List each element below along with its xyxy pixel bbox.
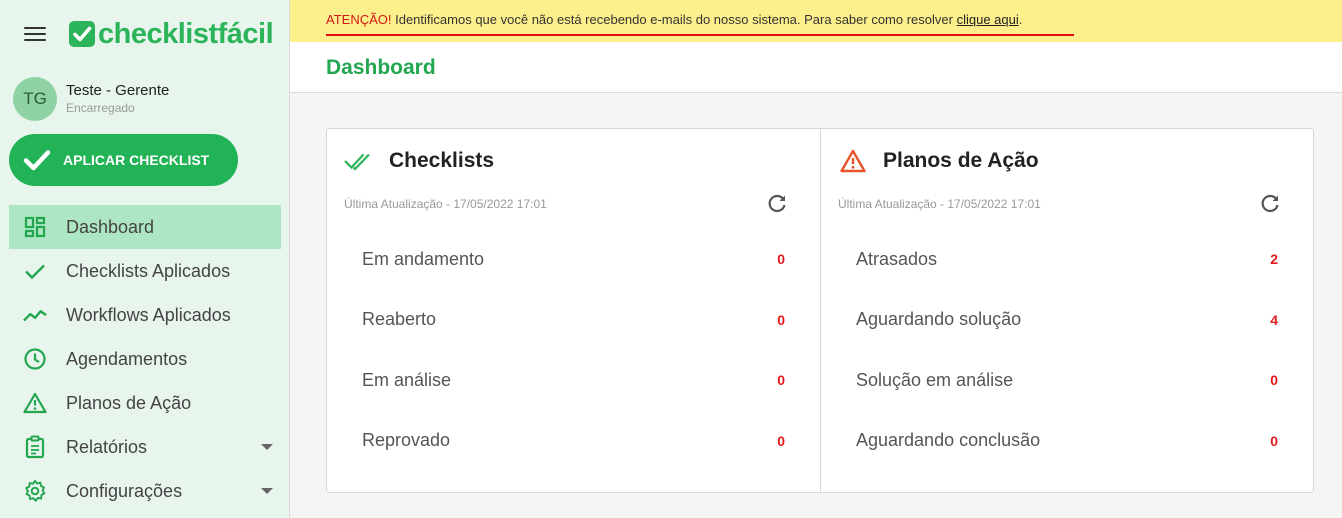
- logo-text: checklistfácil: [98, 17, 274, 50]
- status-count: 0: [777, 251, 785, 268]
- card-title: Checklists: [389, 149, 495, 172]
- status-label: Aguardando conclusão: [856, 430, 1041, 451]
- last-updated: Última Atualização - 17/05/2022 17:01: [838, 197, 1041, 211]
- dashboard-cards: Checklists Última Atualização - 17/05/20…: [326, 128, 1314, 493]
- status-count: 4: [1270, 311, 1278, 328]
- page-header: Dashboard: [290, 42, 1342, 93]
- gear-icon: [23, 479, 47, 503]
- sidebar-item-checklists-aplicados[interactable]: Checklists Aplicados: [9, 249, 281, 293]
- status-label: Aguardando solução: [856, 309, 1022, 330]
- sidebar-header: checklistfácil: [0, 0, 289, 68]
- status-label: Solução em análise: [856, 369, 1014, 390]
- sidebar-item-dashboard[interactable]: Dashboard: [9, 205, 281, 249]
- status-label: Em análise: [362, 369, 452, 390]
- warning-icon: [23, 391, 47, 415]
- sidebar-item-relatorios[interactable]: Relatórios: [9, 425, 281, 469]
- sidebar-item-workflows-aplicados[interactable]: Workflows Aplicados: [9, 293, 281, 337]
- action-plans-card: Planos de Ação Última Atualização - 17/0…: [820, 129, 1313, 492]
- card-title: Planos de Ação: [883, 149, 1039, 172]
- clock-icon: [23, 347, 47, 371]
- checklists-card: Checklists Última Atualização - 17/05/20…: [327, 129, 820, 492]
- sidebar-item-planos-de-acao[interactable]: Planos de Ação: [9, 381, 281, 425]
- banner-help-link[interactable]: clique aqui: [957, 12, 1019, 27]
- user-role: Encarregado: [66, 101, 135, 115]
- status-count: 0: [777, 432, 785, 449]
- page-title: Dashboard: [326, 56, 436, 79]
- sidebar-item-label: Agendamentos: [66, 348, 188, 369]
- status-list: Atrasados 2 Aguardando solução 4 Solução…: [821, 229, 1313, 471]
- chevron-down-icon: [261, 488, 273, 494]
- apply-checklist-label: APLICAR CHECKLIST: [63, 152, 210, 168]
- sidebar: checklistfácil TG Teste - Gerente Encarr…: [0, 0, 290, 518]
- status-count: 0: [1270, 432, 1278, 449]
- apply-checklist-button[interactable]: APLICAR CHECKLIST: [9, 134, 238, 186]
- banner-underline: [326, 34, 1074, 36]
- chevron-down-icon: [261, 444, 273, 450]
- status-row-reaberto[interactable]: Reaberto 0: [327, 290, 820, 351]
- status-row-aguardando-solucao[interactable]: Aguardando solução 4: [821, 290, 1313, 351]
- user-name: Teste - Gerente: [66, 82, 170, 99]
- check-icon: [23, 259, 47, 283]
- status-row-aguardando-conclusao[interactable]: Aguardando conclusão 0: [821, 411, 1313, 472]
- dashboard-icon: [23, 215, 47, 239]
- banner-text: ATENÇÃO! Identificamos que você não está…: [326, 12, 1022, 27]
- banner-warning-prefix: ATENÇÃO!: [326, 12, 392, 27]
- card-header: Checklists: [344, 148, 494, 174]
- refresh-icon[interactable]: [764, 191, 790, 217]
- status-count: 0: [1270, 372, 1278, 389]
- sidebar-item-label: Relatórios: [66, 436, 148, 457]
- status-list: Em andamento 0 Reaberto 0 Em análise 0 R…: [327, 229, 820, 471]
- warning-icon: [838, 148, 868, 174]
- trending-icon: [23, 303, 47, 327]
- avatar: TG: [13, 77, 57, 121]
- status-count: 2: [1270, 251, 1278, 268]
- menu-icon[interactable]: [22, 24, 48, 44]
- status-count: 0: [777, 311, 785, 328]
- sidebar-item-configuracoes[interactable]: Configurações: [9, 469, 281, 513]
- sidebar-nav: Dashboard Checklists Aplicados Workflows…: [9, 205, 281, 513]
- user-profile[interactable]: TG Teste - Gerente Encarregado: [0, 72, 289, 126]
- sidebar-item-label: Checklists Aplicados: [66, 260, 231, 281]
- refresh-icon[interactable]: [1257, 191, 1283, 217]
- banner-message: Identificamos que você não está recebend…: [391, 12, 957, 27]
- clipboard-icon: [23, 435, 47, 459]
- sidebar-item-label: Dashboard: [66, 216, 155, 237]
- banner-suffix: .: [1018, 12, 1023, 27]
- status-row-reprovado[interactable]: Reprovado 0: [327, 411, 820, 472]
- status-label: Em andamento: [362, 248, 485, 269]
- sidebar-item-agendamentos[interactable]: Agendamentos: [9, 337, 281, 381]
- status-row-em-analise[interactable]: Em análise 0: [327, 350, 820, 411]
- card-header: Planos de Ação: [838, 148, 1039, 174]
- sidebar-item-label: Planos de Ação: [66, 392, 192, 413]
- email-warning-banner: ATENÇÃO! Identificamos que você não está…: [290, 0, 1342, 42]
- check-icon: [23, 150, 51, 171]
- status-label: Reaberto: [362, 309, 437, 330]
- user-info: Teste - Gerente Encarregado: [66, 82, 169, 116]
- double-check-icon: [344, 148, 374, 174]
- status-row-solucao-em-analise[interactable]: Solução em análise 0: [821, 350, 1313, 411]
- status-row-atrasados[interactable]: Atrasados 2: [821, 229, 1313, 290]
- last-updated: Última Atualização - 17/05/2022 17:01: [344, 197, 547, 211]
- logo[interactable]: checklistfácil: [68, 17, 274, 50]
- status-row-em-andamento[interactable]: Em andamento 0: [327, 229, 820, 290]
- sidebar-item-label: Configurações: [66, 480, 183, 501]
- status-count: 0: [777, 372, 785, 389]
- status-label: Reprovado: [362, 430, 451, 451]
- status-label: Atrasados: [856, 248, 938, 269]
- sidebar-item-label: Workflows Aplicados: [66, 304, 231, 325]
- logo-check-icon: [69, 21, 95, 47]
